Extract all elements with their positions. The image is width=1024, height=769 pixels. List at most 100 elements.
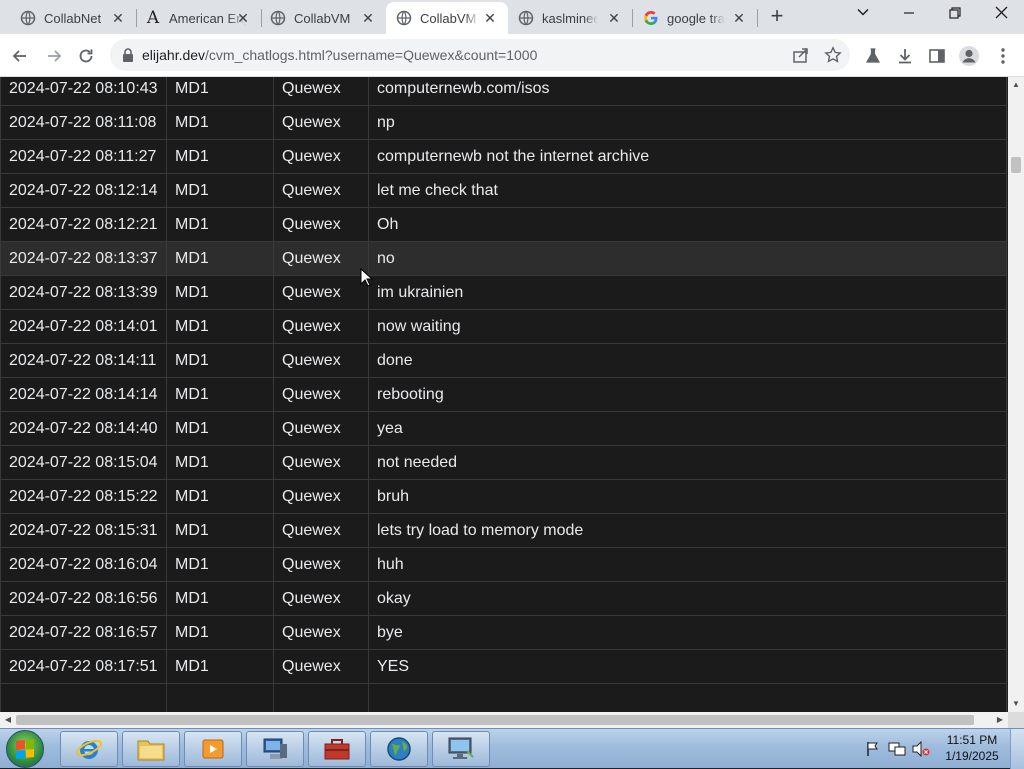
tab-american-english[interactable]: A American English ✕ bbox=[137, 2, 261, 34]
scroll-left-arrow-icon[interactable]: ◀ bbox=[0, 712, 16, 728]
message-cell: computernewb.com/isos bbox=[368, 77, 1007, 106]
chatlog-table-body: 2024-07-22 08:10:43 MD1 Quewex computernewb… bbox=[0, 77, 1007, 712]
taskbar-app-explorer[interactable] bbox=[122, 731, 180, 767]
chatlog-table: 2024-07-22 08:10:43 MD1 Quewex computernewb… bbox=[0, 77, 1007, 712]
tab-title: CollabVM bbox=[420, 10, 477, 26]
taskbar-app-remote[interactable] bbox=[432, 731, 490, 767]
taskbar-app-media[interactable] bbox=[184, 731, 242, 767]
labs-flask-icon[interactable] bbox=[862, 45, 884, 67]
timestamp-cell: 2024-07-22 08:14:40 bbox=[0, 411, 167, 446]
timestamp-cell: 2024-07-22 08:14:11 bbox=[0, 343, 167, 378]
url-text[interactable]: elijahr.dev/cvm_chatlogs.html?username=Q… bbox=[142, 47, 537, 63]
timestamp-cell: 2024-07-22 08:10:43 bbox=[0, 77, 167, 106]
horizontal-scroll-thumb[interactable] bbox=[16, 715, 974, 725]
horizontal-scrollbar[interactable]: ◀ ▶ bbox=[0, 712, 1008, 728]
show-desktop-button[interactable] bbox=[1010, 729, 1024, 769]
vm-cell: MD1 bbox=[166, 105, 274, 140]
chevron-down-icon bbox=[857, 8, 869, 16]
tab-collabvm-active[interactable]: CollabVM ✕ bbox=[386, 2, 508, 34]
download-icon[interactable] bbox=[894, 45, 916, 67]
table-row: 2024-07-22 08:15:31 MD1 Quewex lets try loa… bbox=[0, 513, 1007, 548]
back-button[interactable] bbox=[6, 42, 34, 70]
bookmark-star-icon[interactable] bbox=[824, 46, 842, 64]
tab-collabnet[interactable]: CollabNet ✕ bbox=[0, 2, 136, 34]
file-explorer-icon bbox=[137, 740, 165, 761]
timestamp-cell: 2024-07-22 08:11:08 bbox=[0, 105, 167, 140]
tab-search-button[interactable] bbox=[840, 0, 886, 32]
vm-cell: MD1 bbox=[166, 275, 274, 310]
clock-date: 1/19/2025 bbox=[945, 749, 999, 763]
toolbox-icon bbox=[324, 739, 350, 760]
menu-kebab-icon[interactable] bbox=[992, 45, 1014, 67]
network-icon[interactable] bbox=[888, 741, 906, 757]
timestamp-cell: 2024-07-22 08:16:04 bbox=[0, 547, 167, 582]
reload-button[interactable] bbox=[72, 42, 100, 70]
address-bar[interactable]: elijahr.dev/cvm_chatlogs.html?username=Q… bbox=[110, 39, 850, 71]
table-row: 2024-07-22 08:14:40 MD1 Quewex yea bbox=[0, 411, 1007, 446]
arrow-right-icon bbox=[48, 50, 62, 62]
username-cell: Quewex bbox=[273, 513, 369, 548]
username-cell: Quewex bbox=[273, 241, 369, 276]
tab-collabvm[interactable]: CollabVM ✕ bbox=[262, 2, 386, 34]
username-cell: Quewex bbox=[273, 479, 369, 514]
vm-cell: MD1 bbox=[166, 377, 274, 412]
close-icon[interactable]: ✕ bbox=[482, 10, 498, 26]
scroll-down-arrow-icon[interactable]: ▼ bbox=[1008, 696, 1024, 712]
minimize-button[interactable] bbox=[886, 0, 932, 32]
table-row: 2024-07-22 08:17:51 MD1 Quewex YES bbox=[0, 649, 1007, 684]
username-cell: Quewex bbox=[273, 207, 369, 242]
username-cell: Quewex bbox=[273, 173, 369, 208]
close-window-button[interactable] bbox=[978, 0, 1024, 32]
message-cell: Oh bbox=[368, 207, 1007, 242]
table-row: 2024-07-22 08:14:01 MD1 Quewex now waiting bbox=[0, 309, 1007, 344]
message-cell: bruh bbox=[368, 479, 1007, 514]
message-cell: computernewb not the internet archive bbox=[368, 139, 1007, 174]
action-center-flag-icon[interactable] bbox=[866, 741, 880, 757]
network-computer-icon bbox=[263, 738, 287, 759]
vertical-scroll-thumb[interactable] bbox=[1011, 157, 1021, 173]
restore-button[interactable] bbox=[932, 0, 978, 32]
username-cell: Quewex bbox=[273, 581, 369, 616]
start-button[interactable] bbox=[6, 730, 44, 768]
taskbar-app-network[interactable] bbox=[246, 731, 304, 767]
google-icon bbox=[643, 10, 659, 26]
timestamp-cell: 2024-07-22 08:15:31 bbox=[0, 513, 167, 548]
tab-google-translate[interactable]: google translate ✕ bbox=[633, 2, 757, 34]
message-cell: np bbox=[368, 105, 1007, 140]
timestamp-cell: 2024-07-22 08:15:04 bbox=[0, 445, 167, 480]
close-icon[interactable]: ✕ bbox=[731, 10, 747, 26]
taskbar-app-globe[interactable] bbox=[370, 731, 428, 767]
vertical-scrollbar[interactable]: ▲ ▼ bbox=[1008, 77, 1024, 712]
chatlog-page[interactable]: 2024-07-22 08:10:43 MD1 Quewex computernewb… bbox=[0, 77, 1008, 712]
table-row: 2024-07-22 08:15:22 MD1 Quewex bruh bbox=[0, 479, 1007, 514]
close-icon[interactable]: ✕ bbox=[235, 10, 251, 26]
share-icon[interactable] bbox=[792, 46, 810, 64]
timestamp-cell: 2024-07-22 08:15:22 bbox=[0, 479, 167, 514]
table-row: 2024-07-22 08:12:21 MD1 Quewex Oh bbox=[0, 207, 1007, 242]
profile-avatar-icon[interactable] bbox=[958, 45, 980, 67]
vm-cell: MD1 bbox=[166, 649, 274, 684]
vm-cell: MD1 bbox=[166, 173, 274, 208]
taskbar-app-ie[interactable] bbox=[60, 731, 118, 767]
tab-kaslmineer[interactable]: kaslmineer ✕ bbox=[508, 2, 632, 34]
scroll-up-arrow-icon[interactable]: ▲ bbox=[1008, 77, 1024, 93]
close-icon[interactable]: ✕ bbox=[360, 10, 376, 26]
message-cell: im ukrainien bbox=[368, 275, 1007, 310]
timestamp-cell: 2024-07-22 08:12:21 bbox=[0, 207, 167, 242]
vm-cell: MD1 bbox=[166, 207, 274, 242]
taskbar-app-toolbox[interactable] bbox=[308, 731, 366, 767]
new-tab-button[interactable]: + bbox=[766, 5, 788, 28]
lock-icon[interactable] bbox=[120, 47, 136, 63]
reload-icon bbox=[79, 49, 93, 63]
scroll-right-arrow-icon[interactable]: ▶ bbox=[992, 712, 1008, 728]
volume-muted-icon[interactable] bbox=[912, 741, 930, 757]
close-icon[interactable]: ✕ bbox=[110, 10, 126, 26]
username-cell: Quewex bbox=[273, 105, 369, 140]
message-cell: YES bbox=[368, 649, 1007, 684]
taskbar-clock[interactable]: 11:51 PM 1/19/2025 bbox=[940, 732, 1004, 764]
media-player-icon bbox=[202, 739, 224, 759]
side-panel-icon[interactable] bbox=[926, 45, 948, 67]
close-icon[interactable]: ✕ bbox=[606, 10, 622, 26]
forward-button[interactable] bbox=[40, 42, 68, 70]
message-cell: let me check that bbox=[368, 173, 1007, 208]
